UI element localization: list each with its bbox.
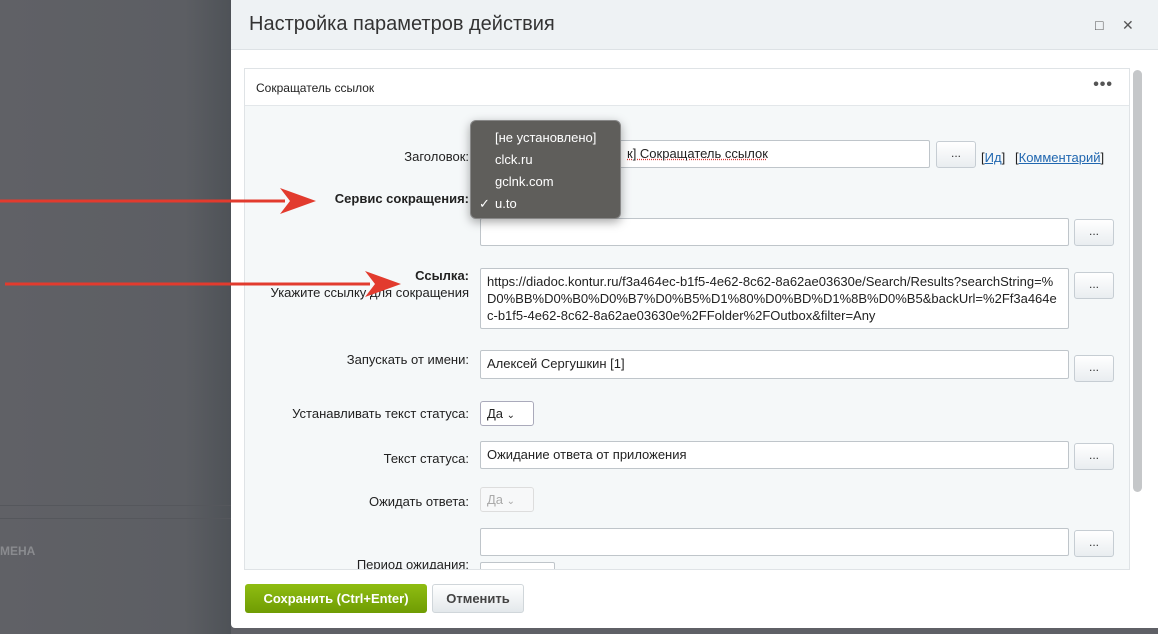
status-text-label: Текст статуса: [383,451,469,466]
panel-header: Сокращатель ссылок ••• [245,69,1129,106]
more-menu-icon[interactable]: ••• [1093,76,1113,94]
run-as-more-button[interactable]: ... [1074,355,1114,382]
wait-value: Да [487,492,504,507]
save-button[interactable]: Сохранить (Ctrl+Enter) [245,584,427,613]
period-extra-input[interactable] [480,528,1069,556]
chevron-down-icon: ⌄ [506,496,516,507]
comment-link[interactable]: Комментарий [1019,150,1101,165]
service-extra-input[interactable] [480,218,1069,246]
title-value: к] Сокращатель ссылок [627,146,768,161]
wait-label: Ожидать ответа: [368,494,469,509]
link-label: Ссылка: [415,268,469,283]
background-page [0,0,231,634]
scrollbar[interactable] [1133,70,1142,492]
dropdown-option[interactable]: [не установлено] [471,127,620,149]
divider [0,518,231,519]
chevron-down-icon: ⌄ [506,410,516,421]
set-status-value: Да [487,406,504,421]
status-text-input[interactable]: Ожидание ответа от приложения [480,441,1069,469]
period-label: Период ожидания: [356,557,469,570]
dialog-title: Настройка параметров действия [249,13,555,35]
cancel-button[interactable]: Отменить [432,584,524,613]
divider [0,505,231,506]
panel-title: Сокращатель ссылок [256,81,375,95]
option-label: u.to [495,196,517,211]
red-arrow-icon [5,271,401,297]
service-dropdown[interactable]: [не установлено] clck.ru gclnk.com ✓ u.to [470,120,621,219]
maximize-icon[interactable]: □ [1095,17,1103,33]
title-more-button[interactable]: ... [936,141,976,168]
dialog-header: Настройка параметров действия □ ✕ [231,0,1158,50]
run-as-label: Запускать от имени: [346,352,469,367]
period-input[interactable] [480,562,555,569]
action-settings-dialog: Настройка параметров действия □ ✕ Сокращ… [231,0,1158,628]
option-label: gclnk.com [495,174,554,189]
link-input[interactable]: https://diadoc.kontur.ru/f3a464ec-b1f5-4… [480,268,1069,329]
title-label: Заголовок: [404,149,469,164]
service-more-button[interactable]: ... [1074,219,1114,246]
id-link[interactable]: Ид [985,150,1002,165]
set-status-select[interactable]: Да ⌄ [480,401,534,426]
set-status-label: Устанавливать текст статуса: [292,406,469,421]
service-label: Сервис сокращения: [334,191,469,206]
status-text-more-button[interactable]: ... [1074,443,1114,470]
dropdown-option-selected[interactable]: ✓ u.to [471,193,620,215]
dropdown-option[interactable]: clck.ru [471,149,620,171]
run-as-input[interactable]: Алексей Сергушкин [1] [480,350,1069,379]
wait-select: Да ⌄ [480,487,534,512]
option-label: clck.ru [495,152,533,167]
action-panel: Сокращатель ссылок ••• Заголовок: к] Сок… [244,68,1130,570]
background-label: МЕНА [0,544,36,558]
link-more-button[interactable]: ... [1074,272,1114,299]
option-label: [не установлено] [495,130,597,145]
close-icon[interactable]: ✕ [1122,17,1134,34]
period-more-button[interactable]: ... [1074,530,1114,557]
dropdown-option[interactable]: gclnk.com [471,171,620,193]
red-arrow-icon [0,188,316,214]
checkmark-icon: ✓ [479,196,490,211]
